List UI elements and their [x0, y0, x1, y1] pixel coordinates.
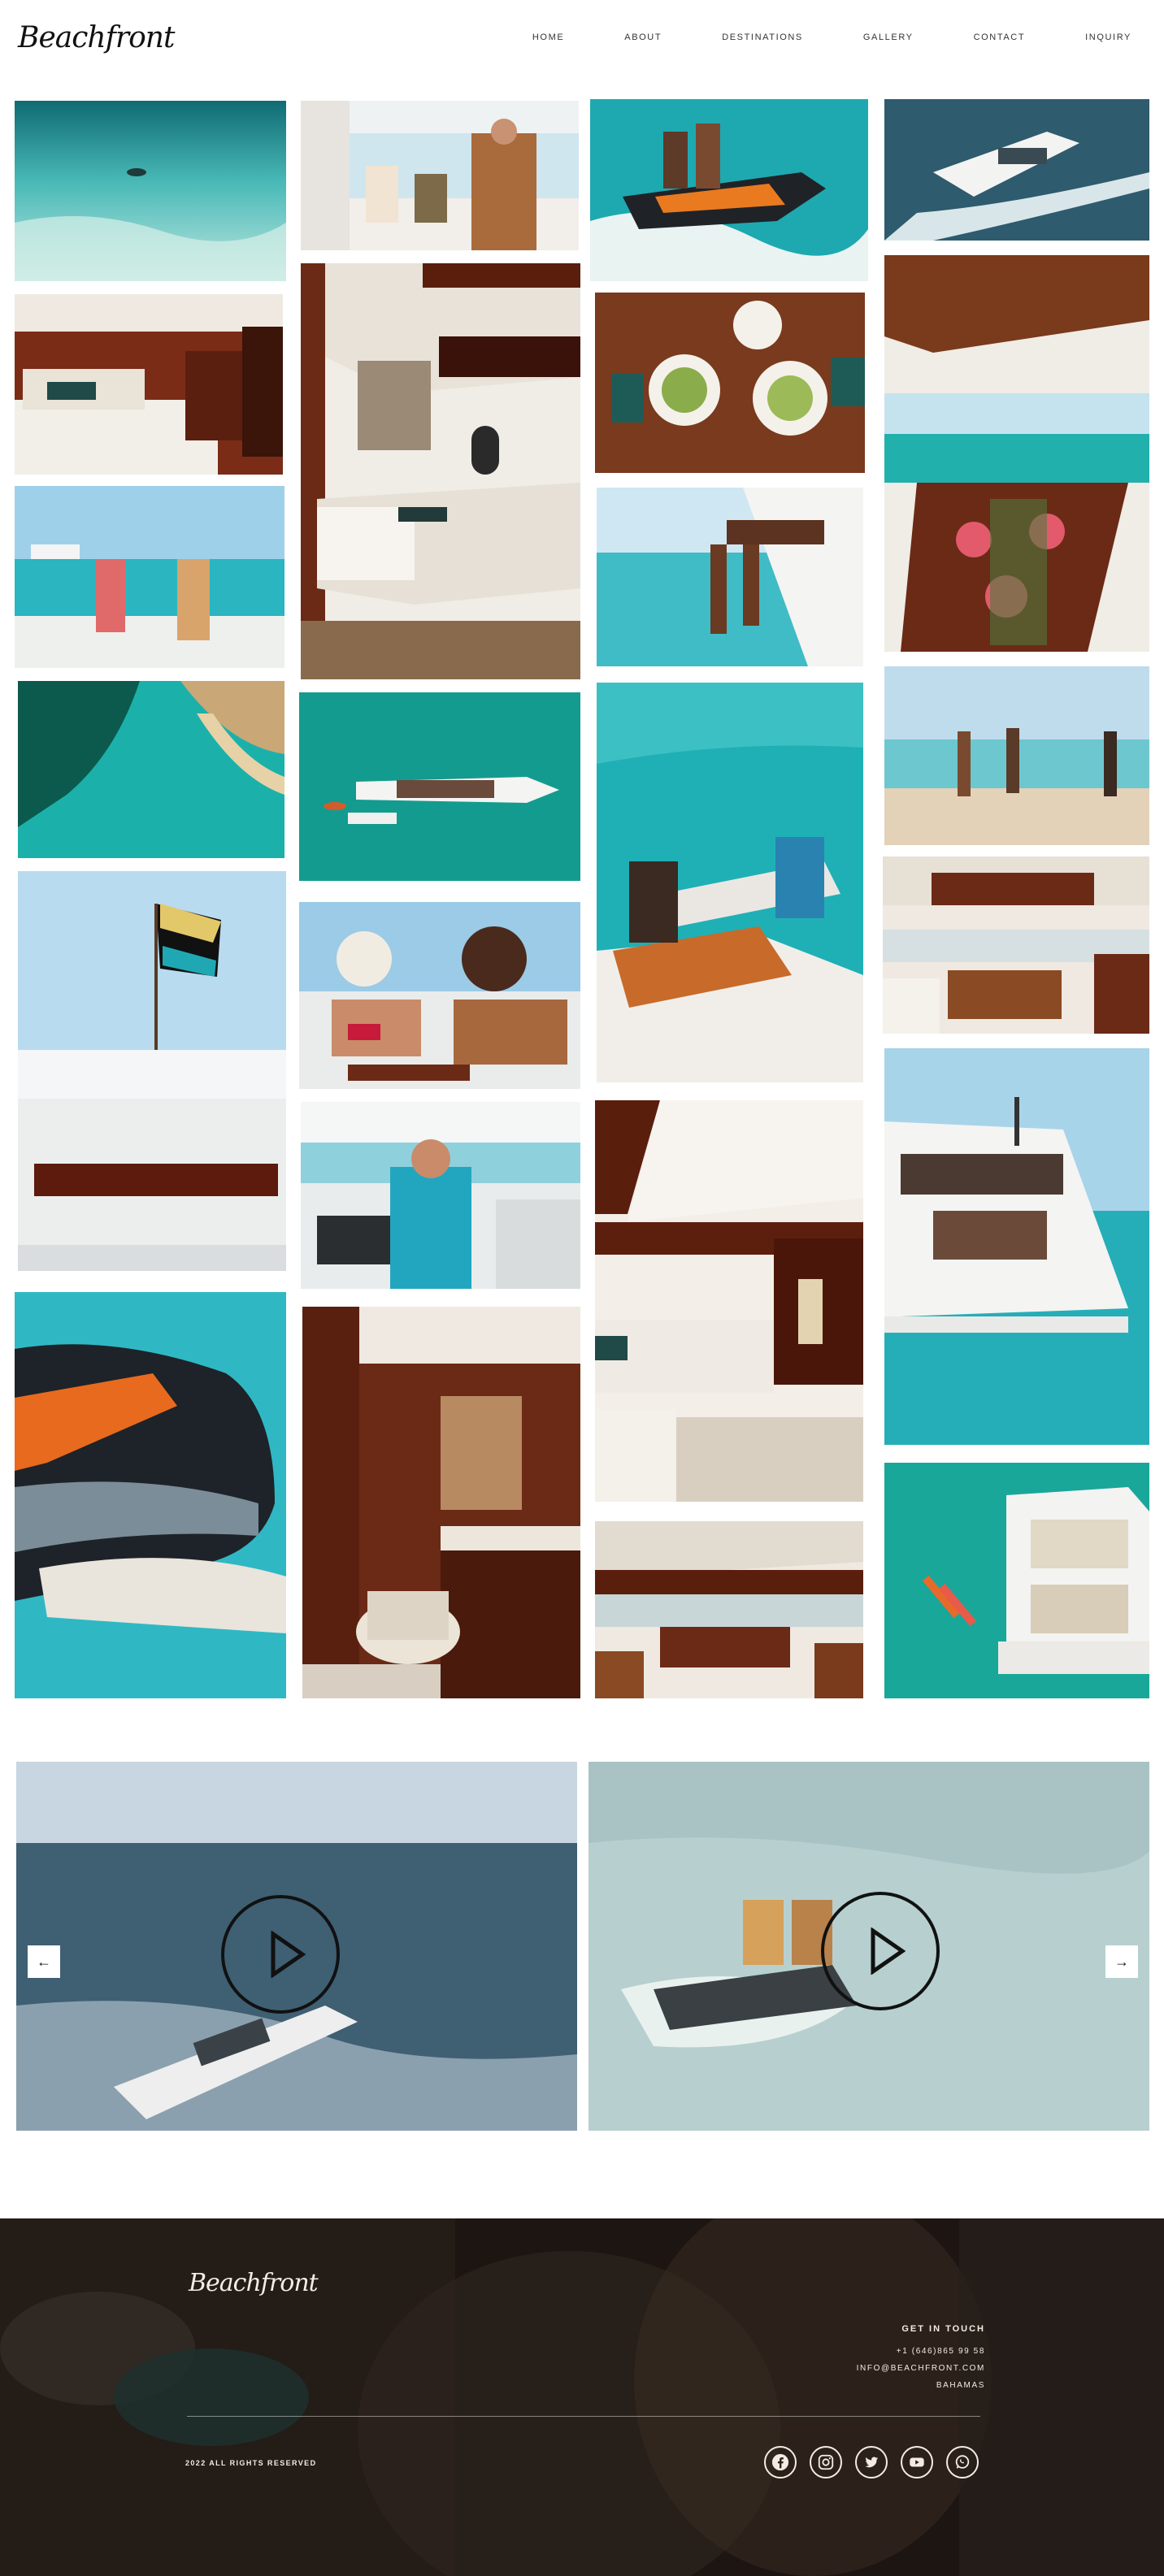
gallery-photo-dining-salon[interactable] [595, 1521, 863, 1698]
contact-heading: GET IN TOUCH [901, 2324, 985, 2334]
gallery-photo-yacht-wake-aerial[interactable] [884, 99, 1149, 241]
gallery-photo-salon-sofa[interactable] [301, 263, 580, 679]
photo-gallery [0, 0, 1164, 1706]
gallery-photo-legs-over-bow[interactable] [597, 488, 863, 666]
gallery-photo-bahamas-flag-deck[interactable] [18, 871, 286, 1271]
play-button[interactable] [221, 1895, 340, 2014]
gallery-photo-yacht-toys-aerial[interactable] [884, 1463, 1149, 1698]
gallery-photo-captain-helm[interactable] [301, 1102, 580, 1289]
gallery-photo-paddleboard-launch[interactable] [597, 683, 863, 1082]
video-jetski-ride[interactable] [589, 1762, 1149, 2131]
gallery-photo-friends-toasting[interactable] [15, 486, 284, 668]
gallery-photo-yacht-stern[interactable] [884, 1048, 1149, 1445]
twitter-icon[interactable] [855, 2446, 888, 2478]
gallery-photo-chef-serving-guests[interactable] [301, 101, 579, 250]
contact-block: GET IN TOUCH +1 (646)865 99 58 INFO@BEAC… [857, 2324, 985, 2398]
gallery-photo-women-on-sundeck[interactable] [299, 902, 580, 1089]
gallery-photo-galley-kitchen[interactable] [883, 856, 1149, 1034]
facebook-icon[interactable] [764, 2446, 797, 2478]
gallery-photo-ensuite-bathroom[interactable] [302, 1307, 580, 1698]
social-links [764, 2446, 979, 2478]
gallery-photo-underwater-swimmer[interactable] [15, 101, 286, 281]
gallery-photo-yacht-aft-dining[interactable] [884, 255, 1149, 652]
gallery-photo-dinner-table-overhead[interactable] [595, 293, 865, 473]
footer-divider [187, 2416, 980, 2417]
gallery-photo-sandbar-aerial[interactable] [18, 681, 284, 858]
gallery-photo-jetski-couple[interactable] [590, 99, 868, 281]
whatsapp-icon[interactable] [946, 2446, 979, 2478]
site-footer: Beachfront GET IN TOUCH +1 (646)865 99 5… [0, 2218, 1164, 2576]
contact-location: BAHAMAS [936, 2381, 985, 2390]
copyright-text: 2022 ALL RIGHTS RESERVED [185, 2459, 317, 2467]
gallery-photo-yacht-aerial-teal[interactable] [299, 692, 580, 881]
gallery-photo-guest-cabin[interactable] [595, 1100, 863, 1502]
youtube-icon[interactable] [901, 2446, 933, 2478]
contact-phone[interactable]: +1 (646)865 99 58 [857, 2347, 985, 2356]
video-yacht-cruising[interactable] [16, 1762, 577, 2131]
footer-logo[interactable]: Beachfront [189, 2269, 319, 2297]
play-button[interactable] [821, 1892, 940, 2010]
gallery-photo-seadoo-closeup[interactable] [15, 1292, 286, 1698]
instagram-icon[interactable] [810, 2446, 842, 2478]
contact-email[interactable]: INFO@BEACHFRONT.COM [857, 2364, 985, 2373]
gallery-photo-beach-walk[interactable] [884, 666, 1149, 845]
carousel-prev-arrow-icon[interactable]: ← [28, 1945, 60, 1978]
gallery-photo-master-cabin[interactable] [15, 294, 283, 475]
carousel-next-arrow-icon[interactable]: → [1105, 1945, 1138, 1978]
